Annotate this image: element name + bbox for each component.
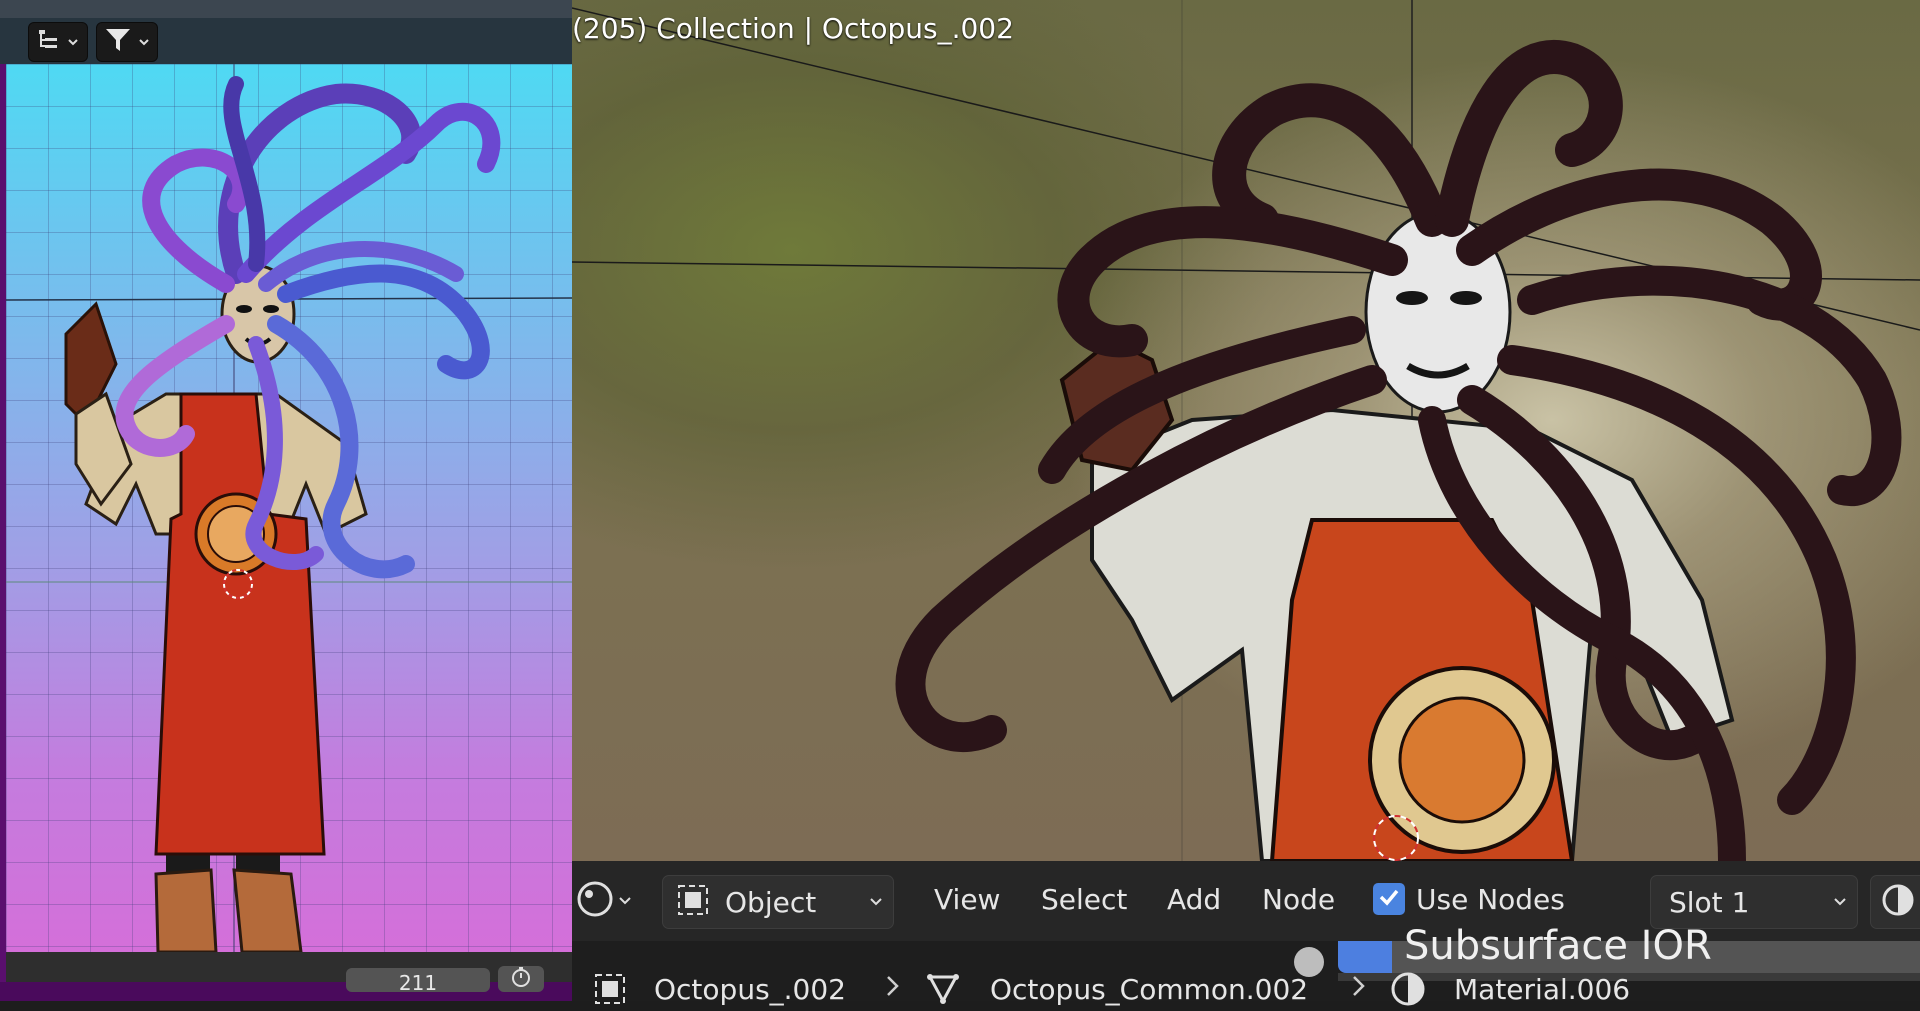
mesh-icon <box>924 971 962 1011</box>
reference-image-canvas[interactable] <box>6 64 572 952</box>
menu-add[interactable]: Add <box>1167 883 1221 916</box>
left-image-editor: 211 <box>0 0 572 1001</box>
node-editor-header: Object View Select Add Node Use Nodes Sl… <box>572 861 1920 941</box>
material-sphere-icon <box>1881 883 1915 921</box>
3d-viewport[interactable]: (205) Collection | Octopus_.002 <box>572 0 1920 861</box>
octopus-character-illustration <box>6 64 572 952</box>
node-editor-icon <box>576 880 614 922</box>
breadcrumb-material[interactable]: Material.006 <box>1454 973 1630 1006</box>
editor-type-dropdown[interactable] <box>576 875 634 927</box>
chevron-down-icon <box>67 33 79 52</box>
chevron-down-icon <box>138 33 150 52</box>
menu-node[interactable]: Node <box>1262 883 1335 916</box>
octopus-render <box>572 0 1920 861</box>
breadcrumb-separator-icon <box>884 973 902 1006</box>
menu-select[interactable]: Select <box>1041 883 1127 916</box>
menu-view[interactable]: View <box>934 883 1000 916</box>
current-frame-field[interactable]: 211 <box>346 968 490 995</box>
mode-label: Object <box>725 885 817 919</box>
filter-dropdown[interactable] <box>96 22 158 62</box>
mode-dropdown[interactable]: Object <box>662 875 894 929</box>
checkmark-icon <box>1377 885 1401 913</box>
left-editor-header <box>0 18 572 64</box>
display-mode-dropdown[interactable] <box>28 22 88 62</box>
viewport-info-text: (205) Collection | Octopus_.002 <box>572 12 1014 45</box>
stopwatch-button[interactable] <box>498 966 544 992</box>
stopwatch-icon <box>510 966 532 992</box>
breadcrumb-mesh[interactable]: Octopus_Common.002 <box>990 973 1308 1006</box>
slot-label: Slot 1 <box>1669 885 1750 919</box>
left-top-strip <box>0 0 572 18</box>
chevron-down-icon <box>869 893 883 912</box>
material-icon <box>1390 971 1426 1011</box>
use-nodes-label: Use Nodes <box>1416 883 1565 916</box>
breadcrumb-separator-icon <box>1350 973 1368 1006</box>
slot-dropdown[interactable]: Slot 1 <box>1650 875 1858 929</box>
breadcrumb-object[interactable]: Octopus_.002 <box>654 973 846 1006</box>
funnel-filter-icon <box>104 26 132 58</box>
chevron-down-icon <box>1833 893 1847 912</box>
node-editor-area: Subsurface IOR Octopus_.002 Octopus_Comm… <box>572 923 1920 1006</box>
material-preview-button[interactable] <box>1870 875 1920 929</box>
node-field-label: Subsurface IOR <box>1404 923 1712 969</box>
use-nodes-checkbox[interactable] <box>1373 883 1405 915</box>
outliner-tree-icon <box>37 28 61 56</box>
object-icon <box>592 971 628 1011</box>
object-mode-icon <box>675 882 711 922</box>
chevron-down-icon <box>618 892 632 911</box>
